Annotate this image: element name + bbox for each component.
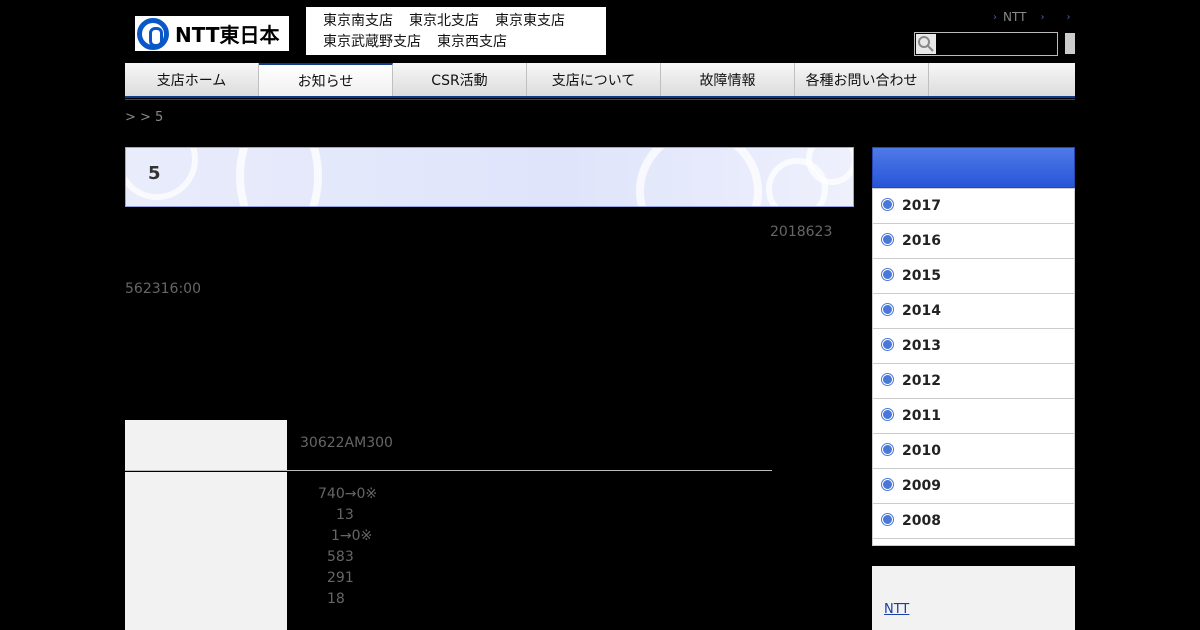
sidebar-ntt-link[interactable]: NTT [884,602,909,617]
global-nav: 支店ホーム お知らせ CSR活動 支店について 故障情報 各種お問い合わせ [125,63,1075,98]
sidebar-item-2012[interactable]: 2012 [873,364,1074,399]
branch-link-nishi[interactable]: 東京西支店 [437,32,507,53]
page-title-band [125,147,854,207]
year-label: 2008 [902,513,941,529]
year-label: 2010 [902,443,941,459]
sidebar-item-2017[interactable]: 2017 [873,189,1074,224]
nav-news[interactable]: お知らせ [259,63,393,96]
sidebar-item-2011[interactable]: 2011 [873,399,1074,434]
branch-link-higashi[interactable]: 東京東支店 [495,11,565,32]
bullet-icon [882,233,893,245]
nav-trouble-info[interactable]: 故障情報 [661,63,795,96]
bullet-icon [882,198,893,210]
branch-link-minami[interactable]: 東京南支店 [323,11,393,32]
bullet-icon [882,478,893,490]
top-links: › NTT › › [993,10,1070,24]
article-time-info: 562316:00 [125,281,201,297]
bullet-icon [882,373,893,385]
table-line: 18 [327,591,345,607]
sidebar-item-2013[interactable]: 2013 [873,329,1074,364]
nav-csr[interactable]: CSR活動 [393,63,527,96]
branch-links: 東京南支店 東京北支店 東京東支店 東京武蔵野支店 東京西支店 [306,7,606,55]
top-link-ntt[interactable]: NTT [1003,10,1026,24]
year-label: 2014 [902,303,941,319]
table-header-cell [125,420,287,470]
branch-link-kita[interactable]: 東京北支店 [409,11,479,32]
bullet-icon [882,268,893,280]
year-label: 2017 [902,198,941,214]
year-label: 2016 [902,233,941,249]
bullet-icon [882,303,893,315]
year-label: 2011 [902,408,941,424]
nav-about-branch[interactable]: 支店について [527,63,661,96]
bullet-icon [882,408,893,420]
sidebar-item-2016[interactable]: 2016 [873,224,1074,259]
branch-link-musashino[interactable]: 東京武蔵野支店 [323,32,421,53]
table-divider [125,470,772,471]
year-label: 2015 [902,268,941,284]
sidebar-item-2015[interactable]: 2015 [873,259,1074,294]
arrow-icon[interactable]: › [1066,12,1070,23]
table-line: 583 [327,549,354,565]
sidebar-year-list: 2017 2016 2015 2014 2013 2012 2011 2010 … [872,188,1075,546]
sidebar-item-2014[interactable]: 2014 [873,294,1074,329]
sidebar-item-2009[interactable]: 2009 [873,469,1074,504]
nav-divider [125,99,1075,100]
arrow-icon: › [993,11,997,23]
sidebar-item-2010[interactable]: 2010 [873,434,1074,469]
table-line: 740→0※ [318,486,378,502]
table-line: 1→0※ [331,528,373,544]
article-date: 2018623 [770,224,833,240]
nav-contact[interactable]: 各種お問い合わせ [795,63,929,96]
nav-branch-home[interactable]: 支店ホーム [125,63,259,96]
search-input[interactable] [938,34,1056,54]
table-line: 291 [327,570,354,586]
ntt-logo-icon [137,17,169,50]
table-row-value: 30622AM300 [300,435,393,451]
breadcrumb[interactable]: > > 5 [125,110,163,125]
bullet-icon [882,443,893,455]
bullet-icon [882,338,893,350]
arrow-icon[interactable]: › [1040,12,1044,23]
page-title: 5 [148,163,161,184]
sidebar-link-box [872,566,1075,630]
table-header-cell [125,472,287,630]
year-label: 2013 [902,338,941,354]
sidebar-header [872,147,1075,188]
year-label: 2009 [902,478,941,494]
search-icon [916,34,936,54]
sidebar-item-2008[interactable]: 2008 [873,504,1074,539]
search-button[interactable] [1065,33,1075,54]
table-line: 13 [336,507,354,523]
ntt-logo[interactable]: NTT東日本 [135,16,289,51]
year-label: 2012 [902,373,941,389]
bullet-icon [882,513,893,525]
logo-text: NTT東日本 [175,23,280,47]
